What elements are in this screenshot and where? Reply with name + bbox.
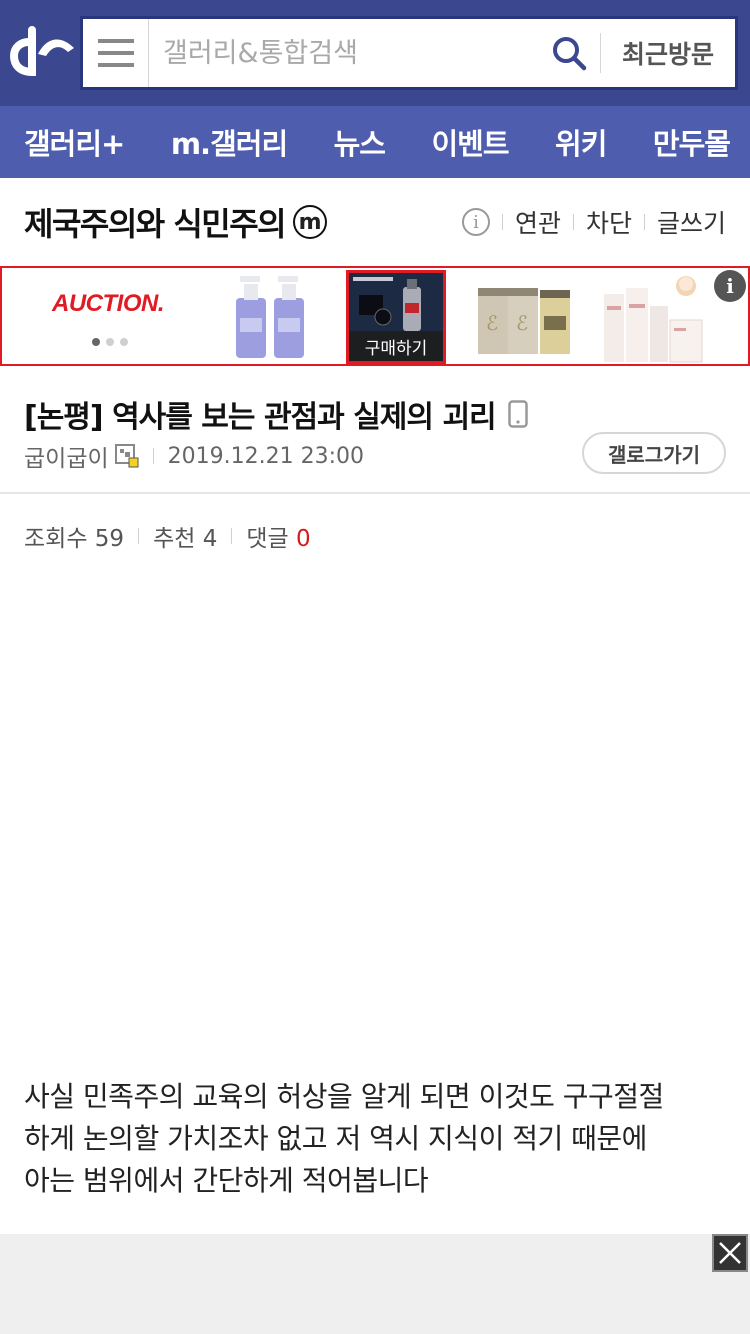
nav-item-gallery-plus[interactable]: 갤러리+: [24, 121, 125, 163]
top-header: 최근방문: [0, 0, 750, 106]
svg-text:ℰ: ℰ: [516, 311, 528, 335]
carousel-dots: [92, 338, 128, 346]
nav-item-m-gallery[interactable]: m.갤러리: [171, 121, 288, 163]
block-link[interactable]: 차단: [586, 204, 632, 240]
bottom-ad-area: [0, 1234, 750, 1334]
close-icon: [719, 1242, 741, 1264]
main-nav: 갤러리+ m.갤러리 뉴스 이벤트 위키 만두몰: [0, 106, 750, 178]
auction-logo[interactable]: AUCTION.: [52, 290, 165, 318]
action-divider: [572, 214, 574, 230]
nav-item-event[interactable]: 이벤트: [432, 121, 510, 163]
related-link[interactable]: 연관: [515, 204, 561, 240]
gallery-actions: i 연관 차단 글쓰기: [461, 204, 726, 240]
search-icon: [553, 37, 587, 71]
nav-item-mandu-mall[interactable]: 만두몰: [653, 121, 731, 163]
menu-button[interactable]: [83, 19, 149, 87]
article-meta: 굽이굽이 2019.12.21 23:00 갤로그가기: [24, 432, 726, 474]
body-line: 하게 논의할 가치조차 없고 저 역시 지식이 적기 때문에: [24, 1122, 647, 1155]
gallery-title-row: 제국주의와 식민주의 m i 연관 차단 글쓰기: [0, 178, 750, 266]
minor-gallery-badge: m: [293, 205, 328, 239]
close-ad-button[interactable]: [712, 1234, 748, 1272]
gallery-title[interactable]: 제국주의와 식민주의: [24, 199, 287, 245]
stat-divider: [231, 528, 233, 544]
search-button[interactable]: [538, 19, 600, 87]
search-box: 최근방문: [80, 16, 738, 90]
body-line: 사실 민족주의 교육의 허상을 알게 되면 이것도 구구절절: [24, 1080, 664, 1113]
search-input[interactable]: [149, 19, 538, 87]
recent-visits-button[interactable]: 최근방문: [601, 19, 735, 87]
post-date: 2019.12.21 23:00: [167, 443, 364, 469]
article-title-row: [논평] 역사를 보는 관점과 실제의 괴리: [24, 392, 528, 436]
article-title: [논평] 역사를 보는 관점과 실제의 괴리: [24, 400, 497, 435]
ad-banner[interactable]: AUCTION. 구매하기 ℰ ℰ i: [0, 266, 750, 366]
article-stats: 조회수 59 추천 4 댓글 0: [24, 520, 311, 552]
meta-divider: [152, 448, 154, 464]
fixed-nick-icon: [114, 444, 139, 468]
header-divider: [0, 492, 750, 494]
write-link[interactable]: 글쓰기: [657, 204, 726, 240]
action-divider: [501, 214, 503, 230]
buy-button[interactable]: 구매하기: [349, 331, 443, 361]
hamburger-icon: [97, 39, 134, 67]
nav-item-wiki[interactable]: 위키: [555, 121, 607, 163]
reply-link[interactable]: 댓글 0: [246, 519, 310, 553]
cosmetic-product-image: [349, 273, 443, 333]
cream-product-image[interactable]: ℰ ℰ: [476, 274, 572, 360]
recommend-count: 추천 4: [153, 526, 218, 552]
stat-divider: [138, 528, 140, 544]
reply-label: 댓글: [246, 526, 289, 552]
gallog-button[interactable]: 갤로그가기: [582, 432, 726, 474]
mobile-phone-icon: [507, 400, 528, 428]
carousel-dot[interactable]: [120, 338, 128, 346]
carousel-dot[interactable]: [92, 338, 100, 346]
gallery-info-icon[interactable]: i: [461, 208, 490, 236]
skincare-set-image[interactable]: [604, 274, 704, 364]
shampoo-product-image[interactable]: [230, 274, 310, 360]
author-name[interactable]: 굽이굽이: [24, 439, 109, 473]
action-divider: [643, 214, 645, 230]
article-body: 사실 민족주의 교육의 허상을 알게 되면 이것도 구구절절 하게 논의할 가치…: [24, 1076, 734, 1202]
buy-product-card[interactable]: 구매하기: [346, 270, 446, 364]
svg-text:ℰ: ℰ: [486, 311, 498, 335]
ad-info-icon[interactable]: i: [714, 270, 746, 302]
carousel-dot[interactable]: [106, 338, 114, 346]
body-line: 아는 범위에서 간단하게 적어봅니다: [24, 1164, 429, 1197]
view-count: 조회수 59: [24, 526, 125, 552]
dc-logo-icon[interactable]: [9, 24, 78, 80]
reply-count: 0: [295, 526, 311, 552]
nav-item-news[interactable]: 뉴스: [334, 121, 386, 163]
